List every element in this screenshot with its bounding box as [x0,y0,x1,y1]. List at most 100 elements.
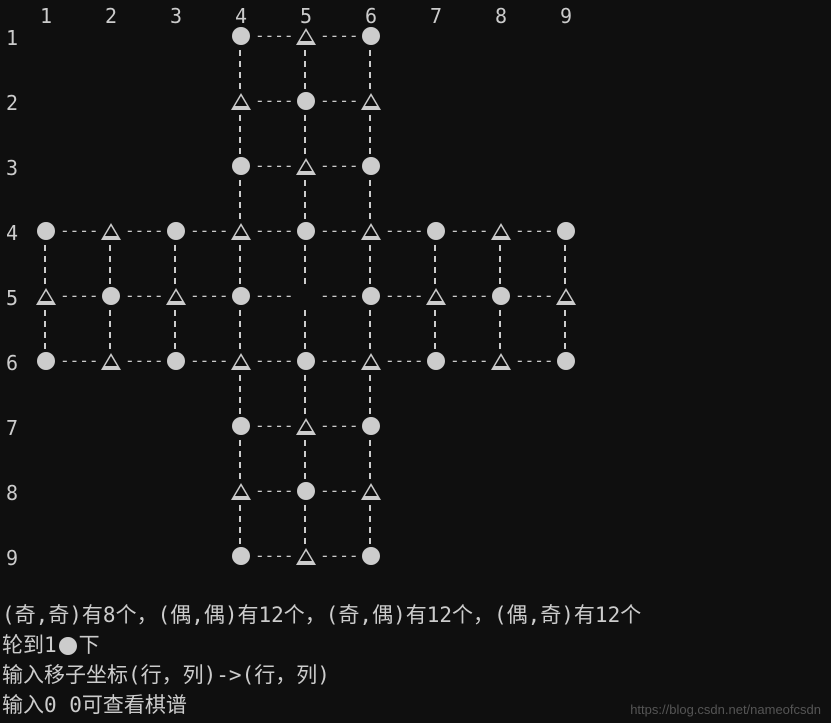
piece-triangle[interactable] [231,351,251,371]
edge: ---- [385,223,424,239]
piece-circle[interactable] [361,416,381,436]
piece-circle[interactable] [36,351,56,371]
circle-icon [297,482,315,500]
piece-triangle[interactable] [166,286,186,306]
piece-circle[interactable] [361,286,381,306]
piece-triangle[interactable] [296,26,316,46]
triangle-icon [36,288,56,305]
piece-triangle[interactable] [101,221,121,241]
row-header: 8 [6,481,26,505]
row-header: 3 [6,156,26,180]
row-header: 1 [6,26,26,50]
triangle-icon [101,223,121,240]
edge [304,50,308,89]
piece-triangle[interactable] [361,221,381,241]
triangle-icon [231,483,251,500]
triangle-icon [231,93,251,110]
triangle-icon [166,288,186,305]
piece-circle[interactable] [166,351,186,371]
edge: ---- [320,418,359,434]
piece-triangle[interactable] [491,221,511,241]
piece-triangle[interactable] [361,91,381,111]
piece-triangle[interactable] [296,416,316,436]
piece-circle[interactable] [166,221,186,241]
piece-circle[interactable] [296,221,316,241]
piece-triangle[interactable] [101,351,121,371]
piece-triangle[interactable] [491,351,511,371]
piece-circle[interactable] [296,91,316,111]
edge: ---- [60,288,99,304]
edge [369,115,373,154]
triangle-icon [361,223,381,240]
piece-circle[interactable] [231,156,251,176]
piece-circle[interactable] [491,286,511,306]
triangle-icon [491,353,511,370]
piece-triangle[interactable] [231,481,251,501]
col-header: 9 [556,4,576,28]
edge: ---- [320,353,359,369]
piece-triangle[interactable] [361,481,381,501]
watermark: https://blog.csdn.net/nameofcsdn [630,702,821,717]
piece-triangle[interactable] [426,286,446,306]
edge [44,310,48,349]
piece-triangle[interactable] [296,546,316,566]
circle-icon [297,222,315,240]
piece-triangle[interactable] [296,156,316,176]
edge [369,440,373,479]
triangle-icon [101,353,121,370]
edge [304,115,308,154]
edge [44,245,48,284]
piece-circle[interactable] [231,416,251,436]
triangle-icon [491,223,511,240]
edge: ---- [255,158,294,174]
circle-icon [362,157,380,175]
piece-circle[interactable] [231,546,251,566]
piece-circle[interactable] [556,221,576,241]
edge: ---- [450,353,489,369]
edge: ---- [515,353,554,369]
triangle-icon [231,223,251,240]
game-board[interactable]: 123456789123456789----------------------… [0,0,640,620]
circle-icon [167,352,185,370]
piece-triangle[interactable] [231,221,251,241]
piece-triangle[interactable] [361,351,381,371]
piece-circle[interactable] [556,351,576,371]
piece-circle[interactable] [361,546,381,566]
edge [369,180,373,219]
piece-triangle[interactable] [36,286,56,306]
circle-icon [232,287,250,305]
edge [239,115,243,154]
piece-circle[interactable] [101,286,121,306]
piece-circle[interactable] [426,351,446,371]
piece-circle[interactable] [231,286,251,306]
edge: ---- [385,353,424,369]
edge [239,375,243,414]
row-header: 9 [6,546,26,570]
piece-triangle[interactable] [556,286,576,306]
piece-circle[interactable] [361,26,381,46]
piece-circle[interactable] [36,221,56,241]
circle-icon [232,27,250,45]
circle-icon [557,352,575,370]
piece-circle[interactable] [426,221,446,241]
edge [239,245,243,284]
hint-prompt: 输入0 0可查看棋谱 [2,690,187,720]
circle-icon [362,27,380,45]
col-header: 8 [491,4,511,28]
edge [304,505,308,544]
edge: ---- [255,93,294,109]
piece-circle[interactable] [296,351,316,371]
edge: ---- [60,353,99,369]
piece-triangle[interactable] [231,91,251,111]
col-header: 1 [36,4,56,28]
piece-circle[interactable] [296,481,316,501]
circle-icon [37,222,55,240]
piece-circle[interactable] [361,156,381,176]
edge [239,310,243,349]
edge [304,245,308,284]
col-header: 7 [426,4,446,28]
triangle-icon [556,288,576,305]
piece-circle[interactable] [231,26,251,46]
edge: ---- [255,483,294,499]
triangle-icon [231,353,251,370]
